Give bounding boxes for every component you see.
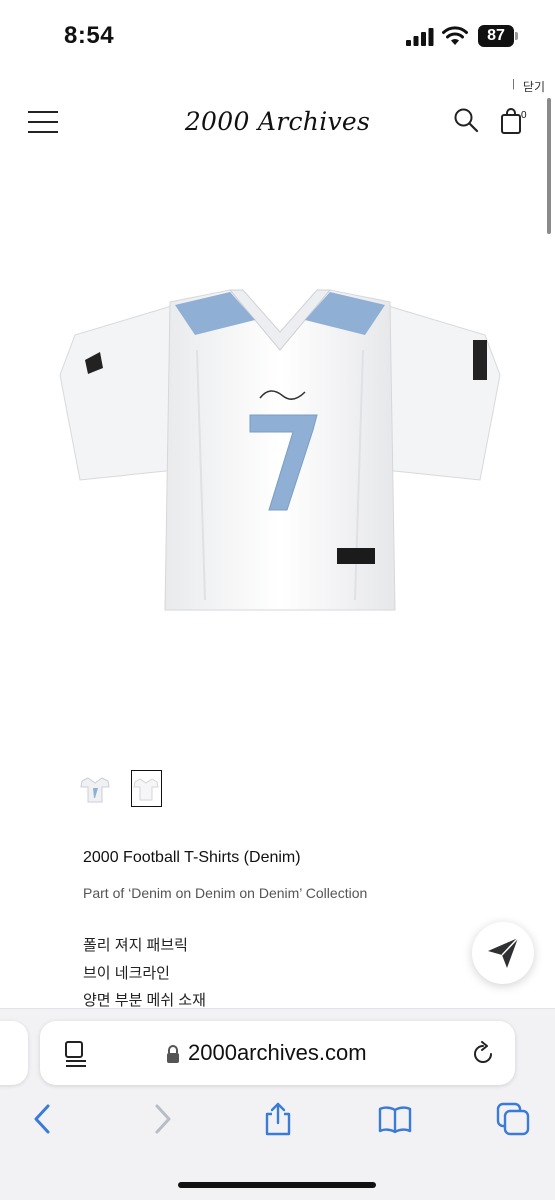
status-time: 8:54	[64, 22, 115, 49]
share-icon[interactable]	[261, 1102, 295, 1136]
bookmarks-icon[interactable]	[378, 1102, 412, 1136]
battery-icon: 87	[478, 25, 520, 47]
thumbnail-2[interactable]	[131, 770, 162, 807]
back-icon[interactable]	[26, 1102, 60, 1136]
cart-icon[interactable]: 0	[500, 107, 534, 137]
share-floating-button[interactable]	[472, 922, 534, 984]
url-text[interactable]: 2000archives.com	[188, 1040, 367, 1066]
product-subtitle: Part of ‘Denim on Denim on Denim’ Collec…	[83, 885, 368, 901]
lock-icon	[167, 1045, 179, 1063]
share-paper-plane-icon	[488, 937, 519, 968]
brand-logo[interactable]: 2000 Archives	[150, 107, 405, 136]
home-indicator	[178, 1182, 376, 1188]
close-separator: |	[512, 78, 515, 90]
status-bar: 8:54 87	[0, 0, 555, 70]
address-bar[interactable]: 2000archives.com	[40, 1021, 515, 1085]
product-title: 2000 Football T-Shirts (Denim)	[83, 849, 301, 866]
search-icon[interactable]	[453, 107, 479, 133]
page-scrollbar[interactable]	[547, 98, 551, 234]
cart-count: 0	[521, 110, 527, 121]
thumbnail-1[interactable]	[80, 772, 110, 806]
site-header: 2000 Archives 0	[0, 95, 555, 155]
description-line: 양면 부분 메쉬 소재	[83, 992, 206, 1009]
forward-icon[interactable]	[145, 1102, 179, 1136]
wifi-icon	[442, 26, 468, 45]
signal-icon	[406, 28, 434, 46]
menu-icon[interactable]	[28, 111, 58, 133]
description-line: 폴리 져지 패브릭	[83, 937, 188, 954]
battery-level: 87	[487, 27, 505, 44]
tabs-icon[interactable]	[496, 1102, 530, 1136]
previous-tab-preview[interactable]	[0, 1021, 28, 1085]
reader-icon[interactable]	[64, 1041, 88, 1067]
close-link[interactable]: 닫기	[523, 78, 545, 95]
reload-icon[interactable]	[470, 1041, 496, 1067]
description-line: 브이 네크라인	[83, 965, 170, 982]
product-image[interactable]	[55, 280, 505, 625]
